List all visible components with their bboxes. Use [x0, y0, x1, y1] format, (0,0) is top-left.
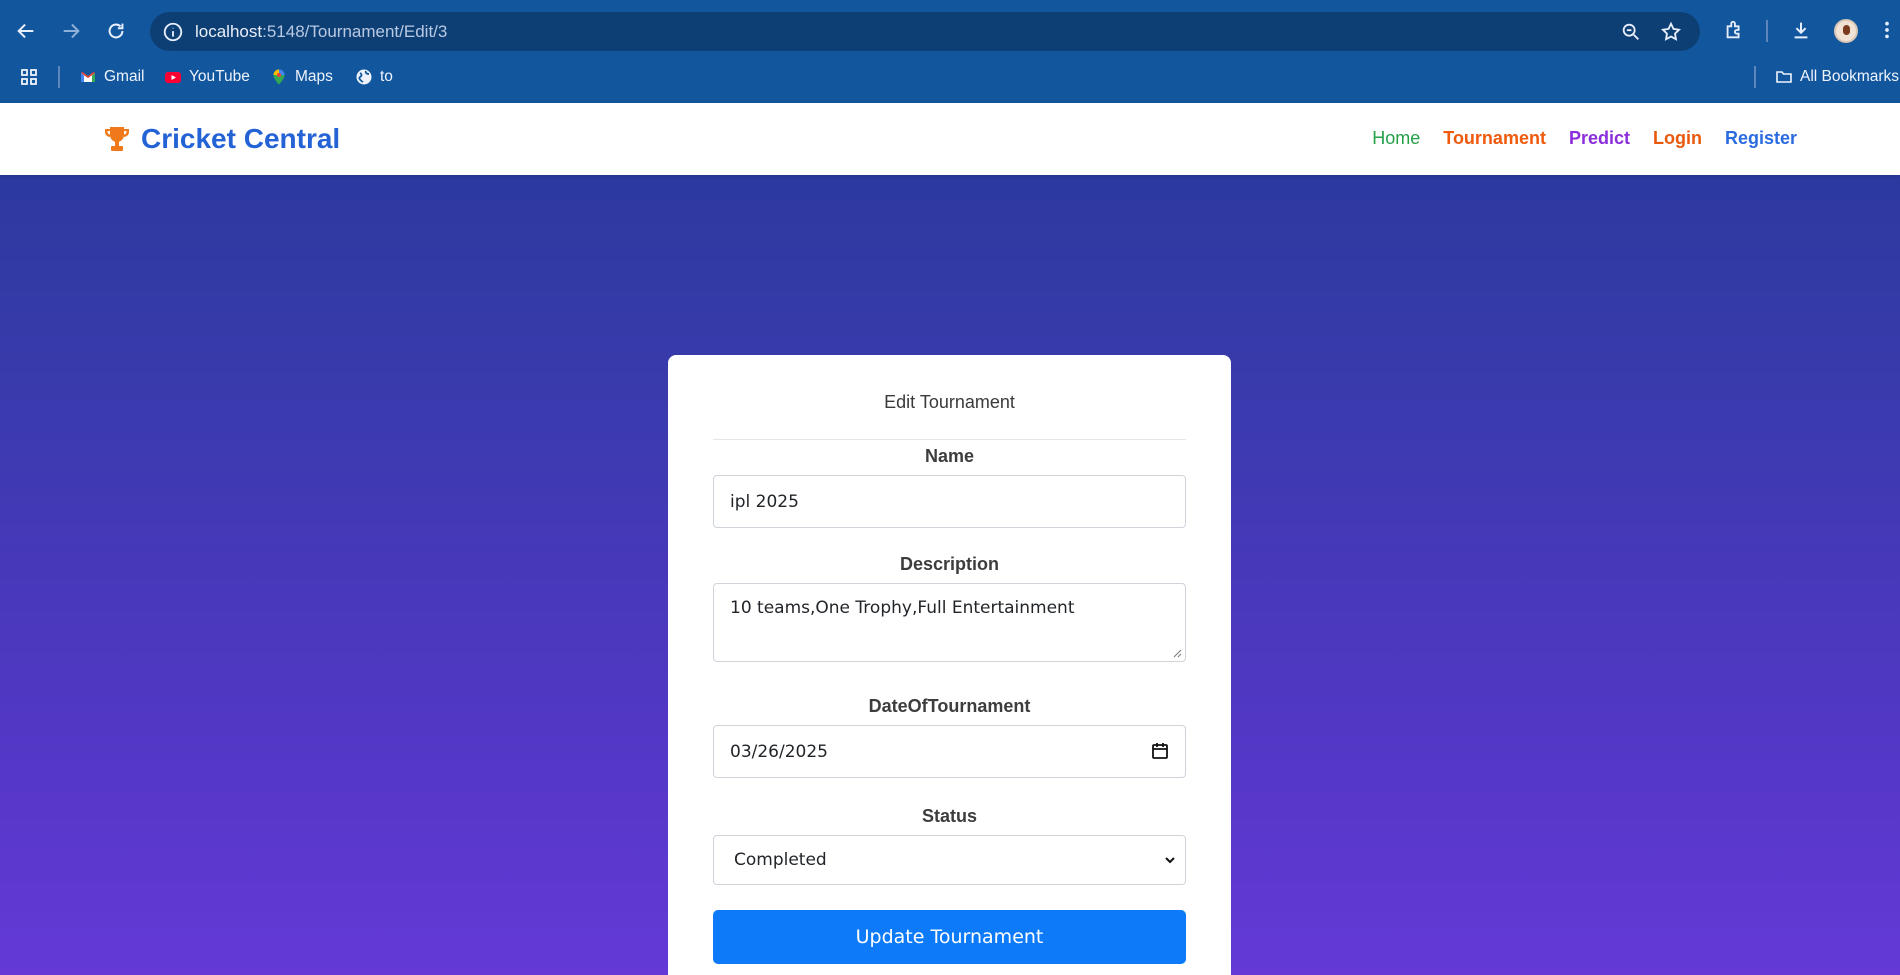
date-input[interactable]: 03/26/2025	[713, 725, 1186, 778]
all-bookmarks-label: All Bookmarks	[1800, 68, 1900, 85]
extensions-icon[interactable]	[1723, 19, 1745, 41]
apps-button[interactable]	[20, 66, 38, 88]
browser-toolbar: localhost:5148/Tournament/Edit/3	[0, 0, 1900, 62]
url-text[interactable]: localhost:5148/Tournament/Edit/3	[195, 22, 447, 42]
description-value: 10 teams,One Trophy,Full Entertainment	[730, 598, 1075, 618]
bookmark-to[interactable]: to	[355, 66, 393, 88]
edit-tournament-card: Edit Tournament Name ipl 2025 Descriptio…	[668, 355, 1231, 975]
site-navbar: Cricket Central Home Tournament Predict …	[0, 103, 1900, 175]
reload-icon	[108, 23, 124, 39]
nav-home-link[interactable]: Home	[1372, 128, 1420, 149]
date-label: DateOfTournament	[868, 696, 1031, 716]
status-select[interactable]: Completed	[713, 835, 1186, 885]
url-host: localhost	[195, 22, 263, 41]
folder-icon	[1776, 71, 1792, 83]
bookmark-label: to	[380, 68, 393, 85]
name-label: Name	[924, 446, 975, 466]
update-tournament-button[interactable]: Update Tournament	[713, 910, 1186, 964]
download-icon[interactable]	[1790, 19, 1812, 41]
bookmark-label: Gmail	[104, 68, 145, 85]
toolbar-separator	[1766, 20, 1768, 42]
globe-icon	[356, 69, 372, 85]
brand-link[interactable]: Cricket Central	[102, 123, 340, 155]
bookmark-maps[interactable]: Maps	[270, 66, 333, 88]
more-menu-icon[interactable]	[1876, 19, 1898, 41]
bookmark-gmail[interactable]: Gmail	[79, 66, 144, 88]
bookmarks-separator	[58, 66, 60, 88]
page-content: Cricket Central Home Tournament Predict …	[0, 103, 1900, 975]
form-title: Edit Tournament	[884, 392, 1015, 412]
arrow-left-icon	[17, 23, 34, 39]
bookmarks-bar: Gmail YouTube Maps to All Bookmarks	[0, 62, 1900, 92]
all-bookmarks-button[interactable]: All Bookmarks	[1775, 66, 1899, 88]
address-bar[interactable]: localhost:5148/Tournament/Edit/3	[150, 12, 1700, 51]
forward-button[interactable]	[54, 14, 88, 48]
bookmark-label: Maps	[295, 68, 333, 85]
back-button[interactable]	[9, 14, 43, 48]
gmail-icon	[81, 72, 95, 82]
nav-login-link[interactable]: Login	[1653, 128, 1702, 149]
bookmarks-separator	[1754, 66, 1756, 88]
nav-tournament-link[interactable]: Tournament	[1443, 128, 1546, 149]
name-input[interactable]: ipl 2025	[713, 475, 1186, 528]
name-input-value: ipl 2025	[730, 491, 799, 512]
description-label: Description	[899, 554, 1000, 574]
apps-grid-icon	[21, 69, 37, 85]
nav-links: Home Tournament Predict Login Register	[1372, 128, 1797, 149]
zoom-icon[interactable]	[1620, 21, 1642, 43]
brand-title: Cricket Central	[141, 123, 341, 154]
url-path: :5148/Tournament/Edit/3	[262, 22, 448, 41]
browser-chrome: localhost:5148/Tournament/Edit/3 Gmail Y…	[0, 0, 1900, 103]
resize-handle-icon[interactable]	[1172, 648, 1182, 658]
bookmark-label: YouTube	[189, 68, 250, 85]
description-textarea[interactable]: 10 teams,One Trophy,Full Entertainment	[713, 583, 1186, 662]
profile-avatar[interactable]	[1834, 19, 1858, 43]
date-value: 03/26/2025	[730, 741, 828, 762]
chevron-down-icon	[1165, 857, 1175, 864]
maps-icon	[273, 69, 285, 85]
site-info-icon[interactable]	[162, 21, 184, 43]
status-value: Completed	[734, 850, 827, 870]
bookmark-star-icon[interactable]	[1660, 21, 1682, 43]
youtube-icon	[165, 72, 181, 83]
nav-predict-link[interactable]: Predict	[1569, 128, 1630, 149]
bookmark-youtube[interactable]: YouTube	[164, 66, 250, 88]
calendar-icon[interactable]	[1151, 742, 1169, 760]
reload-button[interactable]	[99, 14, 133, 48]
title-divider	[713, 439, 1186, 440]
trophy-icon	[105, 127, 129, 151]
status-label: Status	[921, 806, 977, 826]
nav-register-link[interactable]: Register	[1725, 128, 1797, 149]
arrow-right-icon	[63, 23, 80, 39]
